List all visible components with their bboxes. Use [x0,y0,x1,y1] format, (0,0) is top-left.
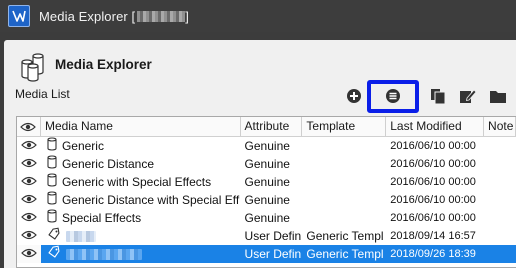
column-header-note[interactable]: Note [484,117,516,136]
eye-icon [21,155,37,173]
media-name-text: Generic Distance with Special Eff [61,193,240,207]
attribute-cell: Genuine [244,157,290,171]
visibility-column-header[interactable] [17,117,41,136]
media-stack-icon [19,50,49,85]
last-modified-cell: 2016/06/10 00:00 [390,194,476,206]
last-modified-cell: 2018/09/26 18:39 [390,248,476,260]
eye-icon [21,173,37,191]
template-cell: Generic Templ [306,247,384,261]
column-header-last-modified[interactable]: Last Modified [386,117,485,136]
folder-icon [490,91,506,103]
cylinder-icon [47,154,57,174]
visibility-toggle[interactable] [17,137,41,155]
visibility-toggle[interactable] [17,173,41,191]
media-name-cell [41,245,241,264]
media-name-cell: Generic Distance [41,154,241,174]
tag-icon [47,227,61,246]
table-row[interactable]: User Defin Generic Templ 2018/09/26 18:39 [17,245,516,263]
table-row[interactable]: Generic with Special Effects Genuine 2016/… [17,172,516,192]
edit-button[interactable] [453,82,483,110]
media-name-cell: Generic Distance with Special Eff [41,190,241,210]
attribute-cell: User Defin [244,247,302,261]
visibility-toggle[interactable] [17,227,41,245]
list-options-icon [386,89,400,103]
eye-icon [21,209,37,227]
last-modified-cell: 2016/06/10 00:00 [390,176,476,188]
cylinder-icon [47,190,57,210]
column-header-media-name[interactable]: Media Name [41,117,241,136]
page-title: Media Explorer [55,57,152,72]
app-logo-icon [8,5,30,27]
media-name-redacted [65,230,96,242]
cylinder-icon [47,208,57,228]
table-row[interactable]: Generic Distance with Special Eff Genuine… [17,190,516,210]
column-header-attribute[interactable]: Attribute [241,117,303,136]
table-row[interactable]: Special Effects Genuine 2016/06/10 00:00 [17,208,516,228]
attribute-cell: Genuine [244,175,290,189]
column-header-template[interactable]: Template [302,117,387,136]
media-name-text: Generic Distance [61,157,154,171]
add-button[interactable] [339,82,369,110]
attribute-cell: User Defin [244,229,302,243]
attribute-cell: Genuine [244,139,290,153]
eye-icon [21,245,37,263]
main-panel: Media Explorer Media List Media Name Att… [4,40,516,268]
eye-icon [21,227,37,245]
window-title-redacted [137,10,186,22]
edit-icon [460,89,477,103]
media-name-cell: Special Effects [41,208,241,228]
media-list-label: Media List [15,87,70,101]
eye-icon [20,122,37,131]
table-row[interactable]: Generic Genuine 2016/06/10 00:00 [17,136,516,156]
attribute-cell: Genuine [244,193,290,207]
media-name-text: Generic with Special Effects [61,175,212,189]
window-title: Media Explorer [] [39,9,189,24]
attribute-cell: Genuine [244,211,290,225]
table-header: Media Name Attribute Template Last Modif… [17,117,516,137]
window-title-text: Media Explorer [ [39,8,136,24]
add-icon [347,89,361,103]
folder-button[interactable] [483,82,513,110]
tag-icon [47,245,61,264]
eye-icon [21,137,37,155]
cylinder-icon [47,136,57,156]
media-name-text: Special Effects [61,211,142,225]
visibility-toggle[interactable] [17,155,41,173]
media-name-cell: Generic [41,136,241,156]
table-row[interactable]: Generic Distance Genuine 2016/06/10 00:00 [17,154,516,174]
cylinder-icon [47,172,57,192]
last-modified-cell: 2016/06/10 00:00 [390,140,476,152]
media-table: Media Name Attribute Template Last Modif… [16,116,516,268]
template-cell: Generic Templ [306,229,384,243]
media-name-cell [41,227,241,246]
last-modified-cell: 2016/06/10 00:00 [390,158,476,170]
media-name-text: Generic [61,139,104,153]
toolbar [339,79,516,113]
copy-button[interactable] [423,82,453,110]
visibility-toggle[interactable] [17,209,41,227]
eye-icon [21,191,37,209]
table-row[interactable]: User Defin Generic Templ 2018/09/14 16:57 [17,227,516,245]
visibility-toggle[interactable] [17,191,41,209]
title-bar: Media Explorer [] [0,0,516,32]
list-options-button[interactable] [367,79,419,113]
copy-icon [431,89,446,104]
visibility-toggle[interactable] [17,245,41,263]
media-name-redacted [65,248,142,260]
window-title-suffix: ] [185,8,189,24]
last-modified-cell: 2016/06/10 00:00 [390,212,476,224]
media-name-cell: Generic with Special Effects [41,172,241,192]
table-body: Generic Genuine 2016/06/10 00:00 Generic Di… [17,136,516,263]
last-modified-cell: 2018/09/14 16:57 [390,230,476,242]
